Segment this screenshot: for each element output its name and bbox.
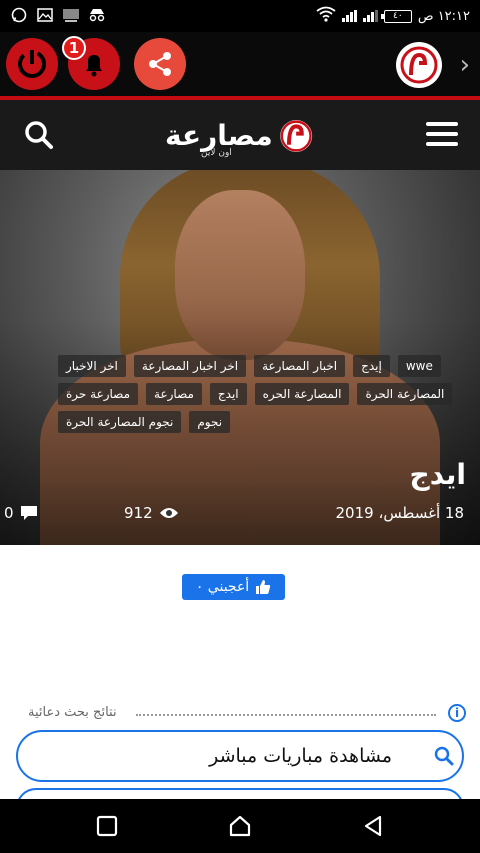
site-logo[interactable]: مصارعة اون لاين <box>165 110 315 162</box>
view-count: 912 <box>124 504 179 522</box>
tag[interactable]: نجوم المصارعة الحرة <box>58 411 182 433</box>
back-button[interactable] <box>360 813 386 839</box>
tag[interactable]: ايدج <box>209 383 247 405</box>
notification-badge: 1 <box>62 36 86 60</box>
wifi-icon <box>316 6 336 26</box>
tag[interactable]: اخر الاخبار <box>58 355 126 377</box>
tag[interactable]: إيدج <box>353 355 390 377</box>
whatsapp-icon <box>10 7 28 23</box>
tag[interactable]: مصارعة <box>146 383 202 405</box>
share-icon <box>149 52 171 76</box>
search-icon <box>434 746 454 766</box>
tag[interactable]: المصارعة الحره <box>254 383 350 405</box>
top-toolbar: 1 › <box>0 32 480 100</box>
hamburger-menu-button[interactable] <box>426 122 458 146</box>
article-title[interactable]: ايدج <box>410 458 466 491</box>
thumbs-up-icon <box>256 580 271 594</box>
comment-count-value: 0 <box>4 504 14 522</box>
incognito-icon <box>88 7 106 23</box>
chevron-right-icon[interactable]: › <box>460 50 470 80</box>
tag[interactable]: اخر اخبار المصارعة <box>133 355 247 377</box>
comment-count[interactable]: 0 <box>4 504 38 522</box>
view-count-value: 912 <box>124 504 153 522</box>
eye-icon <box>159 508 178 518</box>
cast-icon <box>62 7 80 23</box>
system-navbar <box>0 799 480 853</box>
like-button[interactable]: أعجبني ٠ <box>182 574 285 600</box>
tag[interactable]: اخبار المصارعة <box>254 355 346 377</box>
article-hero[interactable]: wwe إيدج اخبار المصارعة اخر اخبار المصار… <box>0 170 480 545</box>
power-icon <box>18 50 46 78</box>
power-button[interactable] <box>6 38 58 90</box>
back-triangle-icon <box>364 815 382 837</box>
tag[interactable]: نجوم <box>189 411 231 433</box>
ad-results-header: نتائج بحث دعائية i <box>14 704 466 724</box>
menu-line <box>426 142 458 146</box>
comment-icon <box>20 506 37 520</box>
recents-button[interactable] <box>94 813 120 839</box>
dotted-divider <box>136 714 436 716</box>
ad-search-result[interactable]: مشاهدة مباريات مباشر <box>16 730 464 782</box>
search-button[interactable] <box>22 118 56 152</box>
tag-list: wwe إيدج اخبار المصارعة اخر اخبار المصار… <box>58 355 468 433</box>
signal-icon <box>341 10 357 22</box>
menu-line <box>426 122 458 126</box>
tag[interactable]: مصارعة حرة <box>58 383 139 405</box>
site-logo-text: مصارعة <box>165 119 273 152</box>
tag[interactable]: wwe <box>397 355 441 377</box>
tag[interactable]: المصارعة الحرة <box>357 383 453 405</box>
search-icon <box>25 121 53 149</box>
notification-button[interactable]: 1 <box>62 36 120 90</box>
article-meta: 18 أغسطس، 2019 912 0 <box>4 504 464 528</box>
image-icon <box>36 7 54 23</box>
wrestling-logo-icon <box>400 46 438 84</box>
site-header: مصارعة اون لاين <box>0 100 480 170</box>
ad-label: نتائج بحث دعائية <box>24 705 121 720</box>
menu-line <box>426 132 458 136</box>
home-icon <box>229 815 251 837</box>
clock: ١٢:١٢ ص <box>417 8 470 24</box>
signal-2-icon <box>362 10 378 22</box>
article-date: 18 أغسطس، 2019 <box>335 504 464 522</box>
share-button[interactable] <box>134 38 186 90</box>
info-icon[interactable]: i <box>448 704 466 722</box>
wrestling-emblem-icon <box>279 120 312 152</box>
square-icon <box>96 815 118 837</box>
home-button[interactable] <box>227 813 253 839</box>
ad-search-query: مشاهدة مباريات مباشر <box>209 745 392 767</box>
battery-icon: ٤٠ <box>380 9 412 23</box>
like-label: أعجبني ٠ <box>195 579 250 595</box>
app-logo[interactable] <box>396 42 442 88</box>
site-logo-subtitle: اون لاين <box>201 148 232 158</box>
status-bar: ٤٠ ١٢:١٢ ص <box>0 0 480 32</box>
